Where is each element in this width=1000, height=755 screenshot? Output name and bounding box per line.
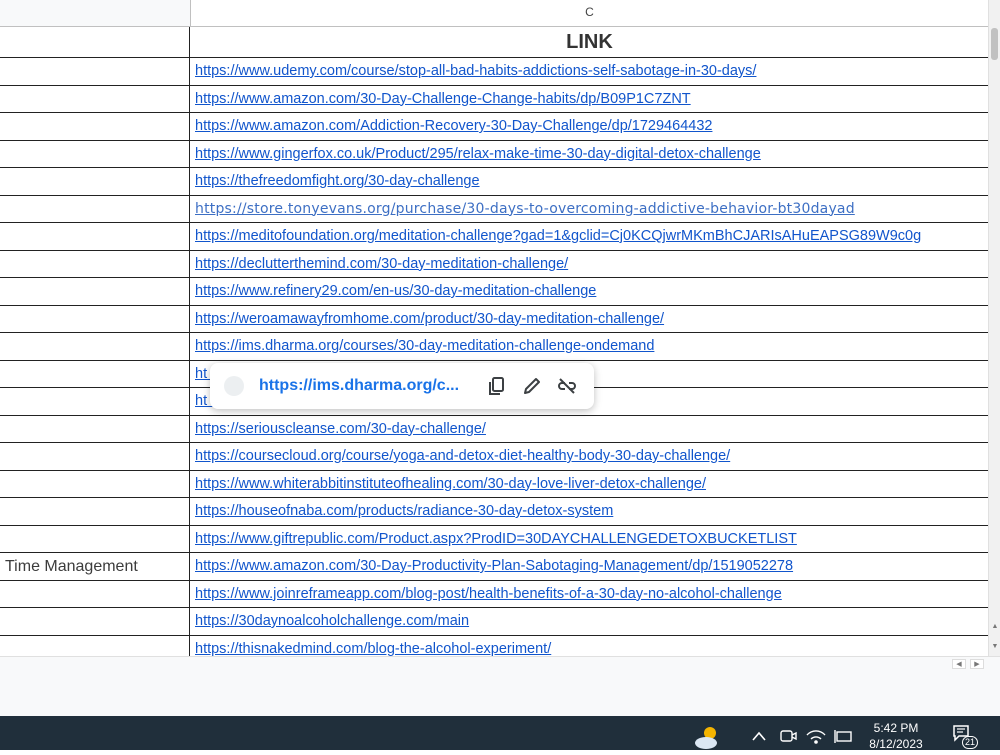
favicon-icon — [224, 376, 244, 396]
link-cell[interactable]: https://thisnakedmind.com/blog-the-alcoh… — [191, 636, 988, 657]
notification-icon[interactable]: 21 — [952, 724, 979, 749]
copy-link-icon[interactable] — [486, 375, 508, 397]
link-cell[interactable]: https://www.joinreframeapp.com/blog-post… — [191, 581, 988, 608]
cell-a[interactable] — [0, 195, 190, 222]
table-row: https://weroamawayfromhome.com/product/3… — [0, 305, 988, 333]
vertical-scroll-thumb[interactable] — [991, 28, 998, 60]
link-cell[interactable]: https://www.amazon.com/Addiction-Recover… — [191, 113, 988, 140]
table-row: https://30daynoalcoholchallenge.com/main — [0, 608, 988, 636]
vertical-scrollbar[interactable]: ▲ ▼ — [988, 0, 1000, 656]
scroll-right-arrow[interactable]: ▶ — [970, 659, 984, 669]
cell-a[interactable] — [0, 443, 190, 470]
weather-icon[interactable] — [692, 724, 722, 755]
sheet-bottom-area — [0, 670, 1000, 716]
remove-link-icon[interactable] — [556, 375, 578, 397]
cell-a[interactable] — [0, 58, 190, 85]
link-cell[interactable]: https://store.tonyevans.org/purchase/30-… — [191, 196, 988, 223]
cell-a[interactable] — [0, 388, 190, 415]
cell-a[interactable] — [0, 140, 190, 167]
column-header-c[interactable]: C — [191, 0, 988, 26]
cell-a[interactable] — [0, 85, 190, 112]
column-header-row: C — [0, 0, 988, 27]
link-cell[interactable]: https://thefreedomfight.org/30-day-chall… — [191, 168, 988, 195]
scroll-up-arrow[interactable]: ▲ — [991, 622, 999, 632]
link-cell[interactable]: https://ims.dharma.org/courses/30-day-me… — [191, 333, 988, 360]
link-cell[interactable]: https://declutterthemind.com/30-day-medi… — [191, 251, 988, 278]
cell-a[interactable] — [0, 278, 190, 305]
column-header-a[interactable] — [0, 0, 191, 26]
horizontal-scrollbar[interactable]: ◀ ▶ — [0, 656, 1000, 671]
table-row: Time Management https://www.amazon.com/30… — [0, 553, 988, 581]
table-row: https://seriouscleanse.com/30-day-challe… — [0, 415, 988, 443]
table-row: https://www.refinery29.com/en-us/30-day-… — [0, 278, 988, 306]
cell-a[interactable]: Time Management — [0, 553, 190, 580]
clock-time: 5:42 PM — [873, 721, 919, 735]
show-hidden-icons-chevron-icon[interactable] — [751, 729, 767, 747]
cell-a[interactable] — [0, 333, 190, 360]
table-row: https://thisnakedmind.com/blog-the-alcoh… — [0, 635, 988, 657]
cell-a[interactable] — [0, 305, 190, 332]
link-cell[interactable]: https://www.whiterabbitinstituteofhealin… — [191, 471, 988, 498]
cell-a[interactable] — [0, 470, 190, 497]
header-row: LINK — [0, 27, 988, 58]
link-cell[interactable]: https://30daynoalcoholchallenge.com/main — [191, 608, 988, 635]
grid: LINK https://www.udemy.com/course/stop-a… — [0, 27, 988, 656]
edit-link-icon[interactable] — [521, 375, 543, 397]
popup-link-url[interactable]: https://ims.dharma.org/c... — [259, 363, 459, 409]
scroll-left-arrow[interactable]: ◀ — [952, 659, 966, 669]
link-cell[interactable]: https://houseofnaba.com/products/radianc… — [191, 498, 988, 525]
spreadsheet: C LINK https://www.udemy.com/course/stop… — [0, 0, 988, 656]
link-cell[interactable]: https://www.gingerfox.co.uk/Product/295/… — [191, 141, 988, 168]
link-cell[interactable]: https://www.giftrepublic.com/Product.asp… — [191, 526, 988, 553]
link-cell[interactable]: https://www.amazon.com/30-Day-Challenge-… — [191, 86, 988, 113]
cell-a[interactable] — [0, 498, 190, 525]
meet-now-icon[interactable] — [779, 728, 797, 749]
table-row: https://www.amazon.com/Addiction-Recover… — [0, 113, 988, 141]
link-cell[interactable]: https://meditofoundation.org/meditation-… — [191, 223, 988, 250]
cell-a[interactable] — [0, 415, 190, 442]
cell-a[interactable] — [0, 223, 190, 250]
table-row: https://meditofoundation.org/meditation-… — [0, 223, 988, 251]
link-cell[interactable]: https://www.refinery29.com/en-us/30-day-… — [191, 278, 988, 305]
cell-a[interactable] — [0, 168, 190, 195]
table-row: https://www.joinreframeapp.com/blog-post… — [0, 580, 988, 608]
link-cell[interactable]: https://coursecloud.org/course/yoga-and-… — [191, 443, 988, 470]
taskbar: 5:42 PM 8/12/2023 21 — [0, 716, 1000, 752]
volume-icon[interactable] — [834, 728, 854, 749]
cell-a[interactable] — [0, 360, 190, 387]
table-row: https://houseofnaba.com/products/radianc… — [0, 498, 988, 526]
table-row: https://www.udemy.com/course/stop-all-ba… — [0, 58, 988, 86]
cell-a-header[interactable] — [0, 27, 190, 57]
table-row: https://www.amazon.com/30-Day-Challenge-… — [0, 85, 988, 113]
system-clock[interactable]: 5:42 PM 8/12/2023 — [856, 720, 936, 752]
table-row: https://ims.dharma.org/courses/30-day-me… — [0, 333, 988, 361]
cell-a[interactable] — [0, 580, 190, 607]
link-cell[interactable]: https://www.amazon.com/30-Day-Productivi… — [191, 553, 988, 580]
network-icon[interactable] — [805, 727, 827, 750]
cell-a[interactable] — [0, 525, 190, 552]
cell-a[interactable] — [0, 250, 190, 277]
table-row: https://store.tonyevans.org/purchase/30-… — [0, 195, 988, 223]
table-row: https://coursecloud.org/course/yoga-and-… — [0, 443, 988, 471]
table-row: https://www.whiterabbitinstituteofhealin… — [0, 470, 988, 498]
link-cell[interactable]: https://seriouscleanse.com/30-day-challe… — [191, 416, 988, 443]
cell-a[interactable] — [0, 113, 190, 140]
link-cell[interactable]: https://weroamawayfromhome.com/product/3… — [191, 306, 988, 333]
table-row: https://www.gingerfox.co.uk/Product/295/… — [0, 140, 988, 168]
notification-count-badge: 21 — [962, 736, 979, 749]
table-row: https://declutterthemind.com/30-day-medi… — [0, 250, 988, 278]
table-row: https://www.giftrepublic.com/Product.asp… — [0, 525, 988, 553]
link-column-header[interactable]: LINK — [191, 27, 988, 57]
link-preview-popup: https://ims.dharma.org/c... — [210, 363, 594, 409]
scroll-down-arrow[interactable]: ▼ — [991, 642, 999, 652]
cell-a[interactable] — [0, 635, 190, 656]
link-cell[interactable]: https://www.udemy.com/course/stop-all-ba… — [191, 58, 988, 85]
cell-a[interactable] — [0, 608, 190, 635]
table-row: https://thefreedomfight.org/30-day-chall… — [0, 168, 988, 196]
